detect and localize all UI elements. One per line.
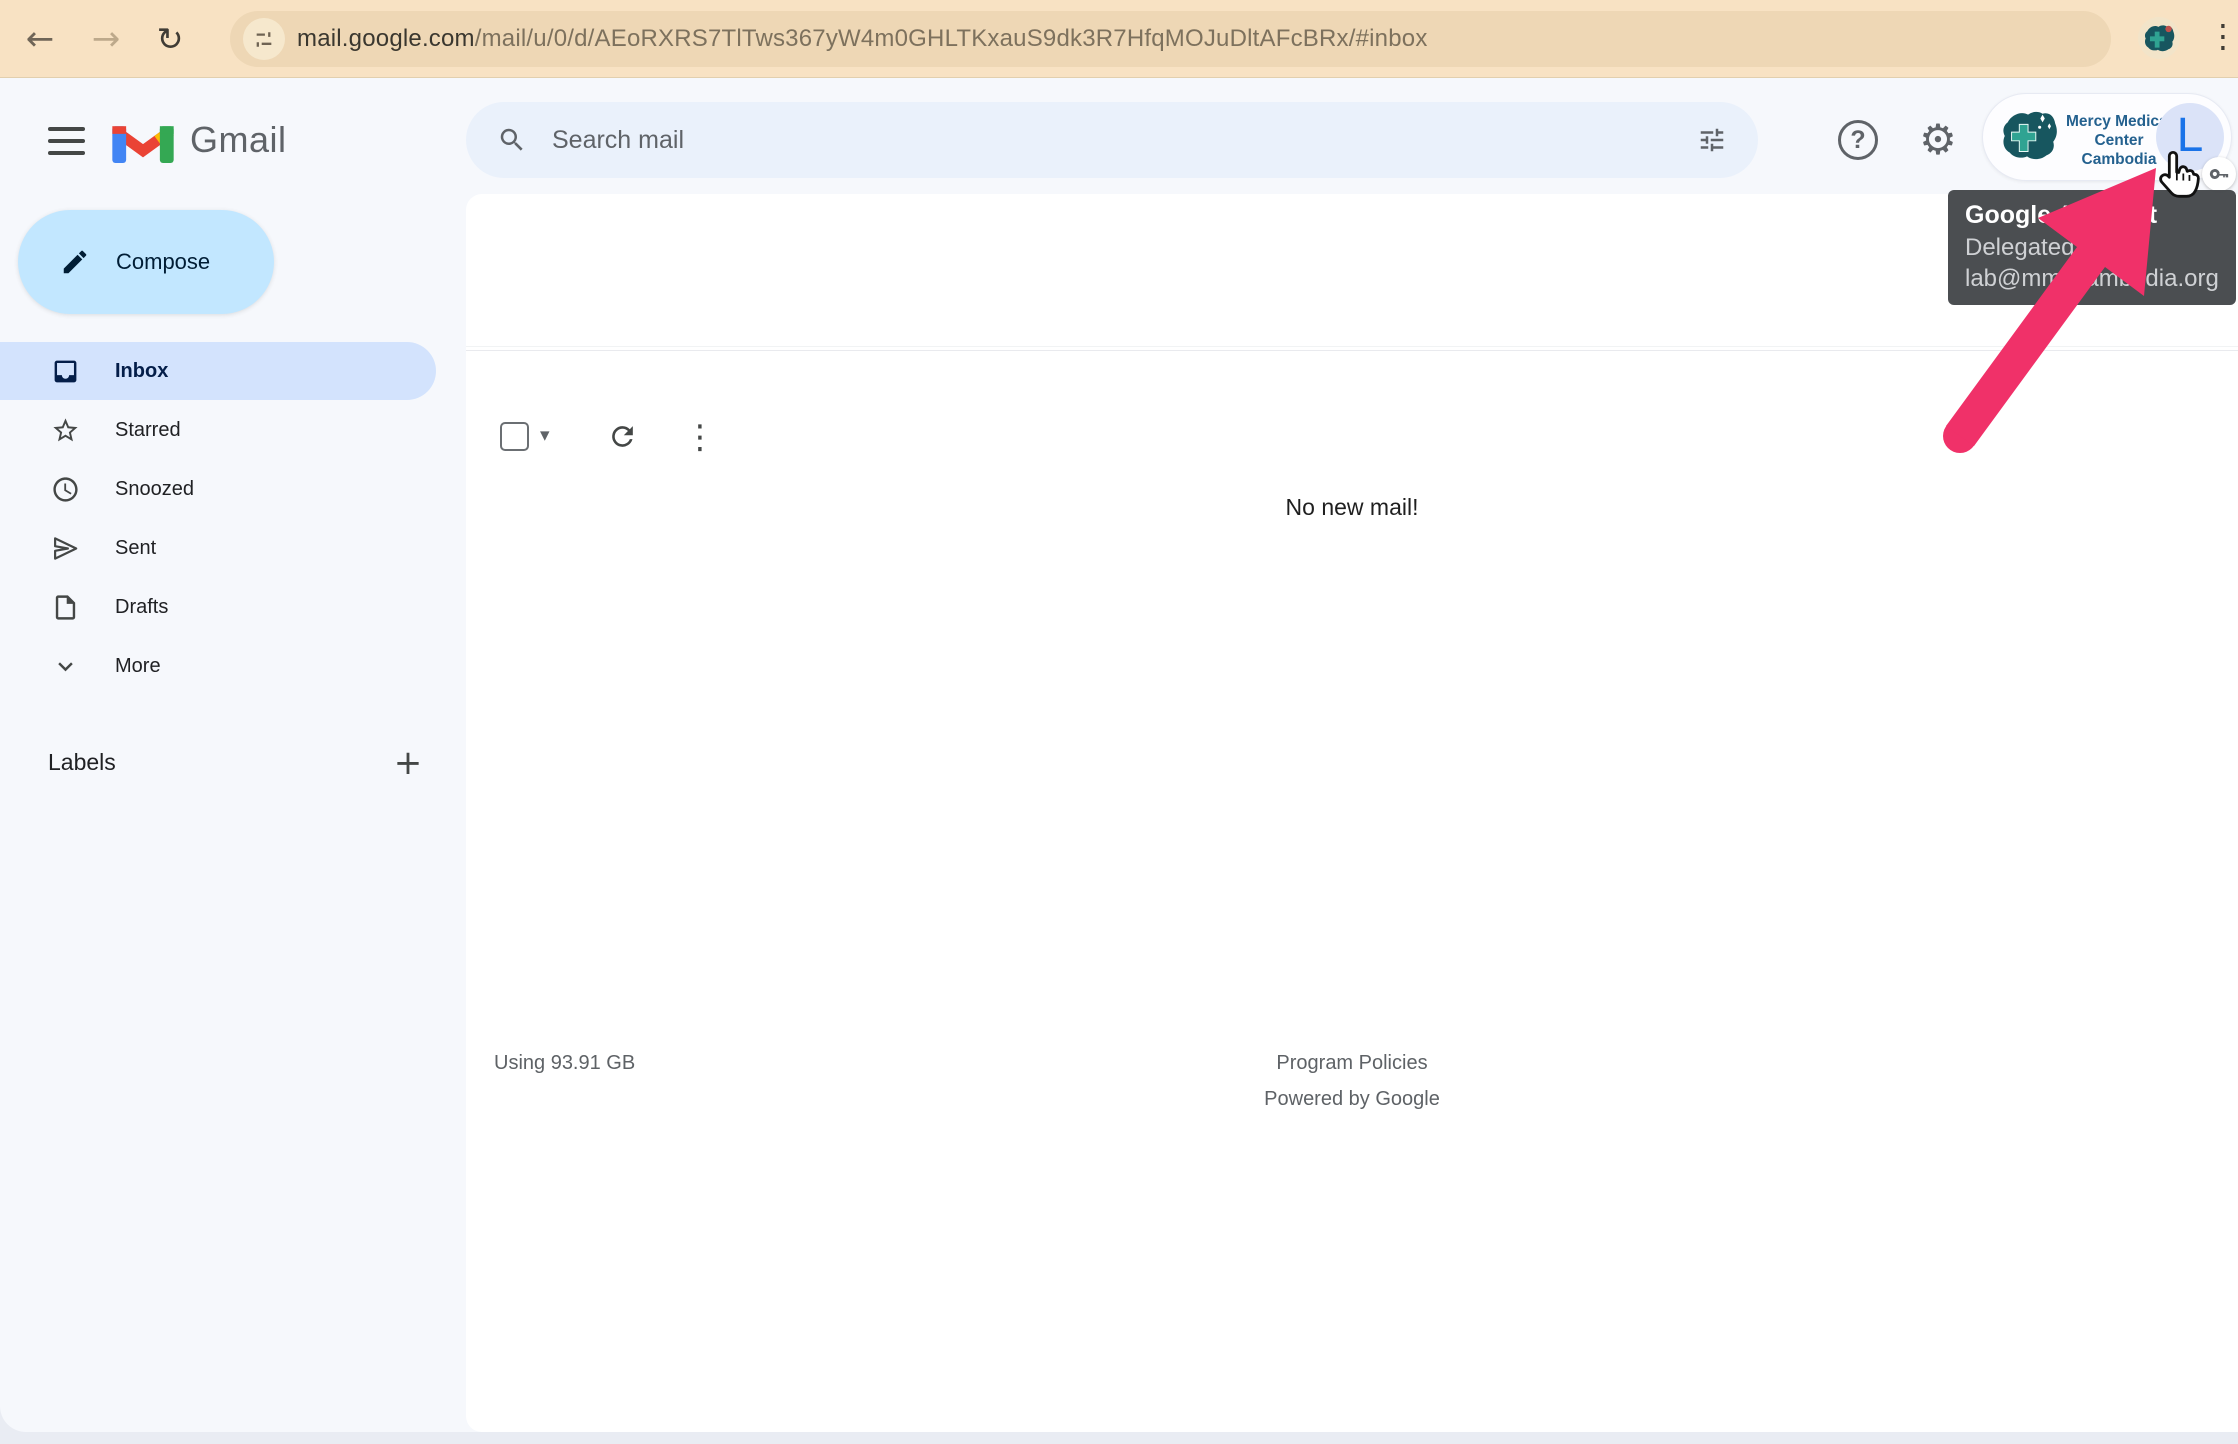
tooltip-subtitle: Delegated: [1965, 234, 2075, 261]
empty-inbox-message: No new mail!: [1285, 494, 1419, 520]
back-icon: ←: [25, 19, 55, 59]
filter-tune-icon: [1700, 128, 1724, 152]
divider: [466, 350, 2238, 351]
browser-menu-icon[interactable]: ⋮: [2206, 20, 2238, 52]
add-label-button[interactable]: +: [388, 743, 428, 783]
search-button[interactable]: [480, 108, 544, 172]
labels-heading: Labels: [48, 749, 116, 775]
sidebar-item-starred[interactable]: Starred: [0, 401, 436, 459]
labels-section: Labels +: [0, 733, 436, 793]
site-info-icon[interactable]: [243, 18, 285, 60]
avatar-letter: L: [2176, 108, 2204, 162]
sidebar-item-label: Sent: [115, 536, 157, 559]
sidebar-item-label: Starred: [115, 418, 181, 441]
search-bar[interactable]: Search mail: [466, 102, 1758, 178]
hamburger-icon: [47, 127, 85, 131]
toolbar-more-button[interactable]: ⋮: [670, 406, 730, 466]
sidebar-item-drafts[interactable]: Drafts: [0, 578, 436, 636]
sidebar-item-label: Drafts: [115, 595, 169, 618]
url-text: mail.google.com/mail/u/0/d/AEoRXRS7TlTws…: [297, 25, 1428, 53]
mercy-medical-logo: [2003, 111, 2057, 160]
main-menu-button[interactable]: [38, 113, 94, 169]
star-icon: [50, 415, 80, 445]
support-button[interactable]: ?: [1831, 113, 1885, 167]
powered-by-google: Powered by Google: [1264, 1088, 1440, 1110]
sidebar-item-label: Inbox: [115, 359, 169, 382]
browser-reload-button[interactable]: ↻: [146, 15, 194, 63]
gmail-logo[interactable]: Gmail: [112, 114, 312, 166]
gmail-m-icon: [112, 126, 174, 163]
compose-label: Compose: [116, 249, 211, 274]
compose-button[interactable]: Compose: [18, 210, 274, 314]
address-bar[interactable]: mail.google.com/mail/u/0/d/AEoRXRS7TlTws…: [230, 11, 2111, 67]
account-tooltip: Google Account Delegated lab@mmccambodia…: [1948, 190, 2236, 305]
chevron-down-icon: [50, 651, 80, 681]
select-dropdown-caret[interactable]: ▾: [540, 426, 550, 445]
plus-icon: +: [393, 743, 423, 783]
program-policies-link[interactable]: Program Policies: [466, 1052, 2238, 1075]
browser-forward-button[interactable]: →: [82, 15, 130, 63]
inbox-icon: [50, 356, 80, 386]
select-all-checkbox[interactable]: [500, 422, 529, 451]
settings-button[interactable]: ⚙: [1910, 112, 1966, 168]
search-options-button[interactable]: [1680, 108, 1744, 172]
gmail-wordmark: Gmail: [190, 119, 287, 160]
key-icon: [2209, 169, 2229, 179]
forward-icon: →: [91, 19, 121, 59]
search-input[interactable]: Search mail: [552, 126, 1680, 155]
send-icon: [50, 533, 80, 563]
pencil-icon: [63, 250, 87, 274]
tooltip-title: Google Account: [1965, 201, 2158, 229]
mail-list-panel: ▾ ⋮ No new mail! Using 93.91 GB Program …: [466, 194, 2238, 1432]
browser-toolbar: ← → ↻ mail.google.com/mail/u/0/d/AEoRXRS…: [0, 0, 2238, 78]
browser-profile-avatar[interactable]: [2138, 17, 2180, 59]
gear-icon: ⚙: [1919, 115, 1957, 164]
reload-icon: ↻: [156, 20, 184, 58]
file-icon: [50, 592, 80, 622]
delegated-key-badge: [2202, 157, 2236, 191]
search-icon: [500, 128, 523, 151]
sidebar-item-inbox[interactable]: Inbox: [0, 342, 436, 400]
help-icon: ?: [1838, 120, 1878, 160]
tooltip-email: lab@mmccambodia.org: [1965, 265, 2219, 292]
browser-back-button[interactable]: ←: [16, 15, 64, 63]
refresh-icon: [611, 425, 633, 447]
url-path: /mail/u/0/d/AEoRXRS7TlTws367yW4m0GHLTKxa…: [474, 25, 1428, 52]
sidebar-item-label: Snoozed: [115, 477, 194, 500]
sidebar-item-label: More: [115, 654, 161, 677]
sidebar-item-more[interactable]: More: [0, 637, 436, 695]
tune-icon: [256, 32, 272, 47]
divider: [466, 346, 2238, 347]
url-domain: mail.google.com: [297, 25, 475, 52]
clock-icon: [50, 474, 80, 504]
refresh-button[interactable]: [592, 406, 652, 466]
profile-logo-icon: [2144, 25, 2175, 52]
gmail-inbox-screenshot: ← → ↻ mail.google.com/mail/u/0/d/AEoRXRS…: [0, 0, 2238, 1444]
sidebar-item-sent[interactable]: Sent: [0, 519, 436, 577]
page-bottom-strip: [0, 1432, 2238, 1444]
sidebar-item-snoozed[interactable]: Snoozed: [0, 460, 436, 518]
